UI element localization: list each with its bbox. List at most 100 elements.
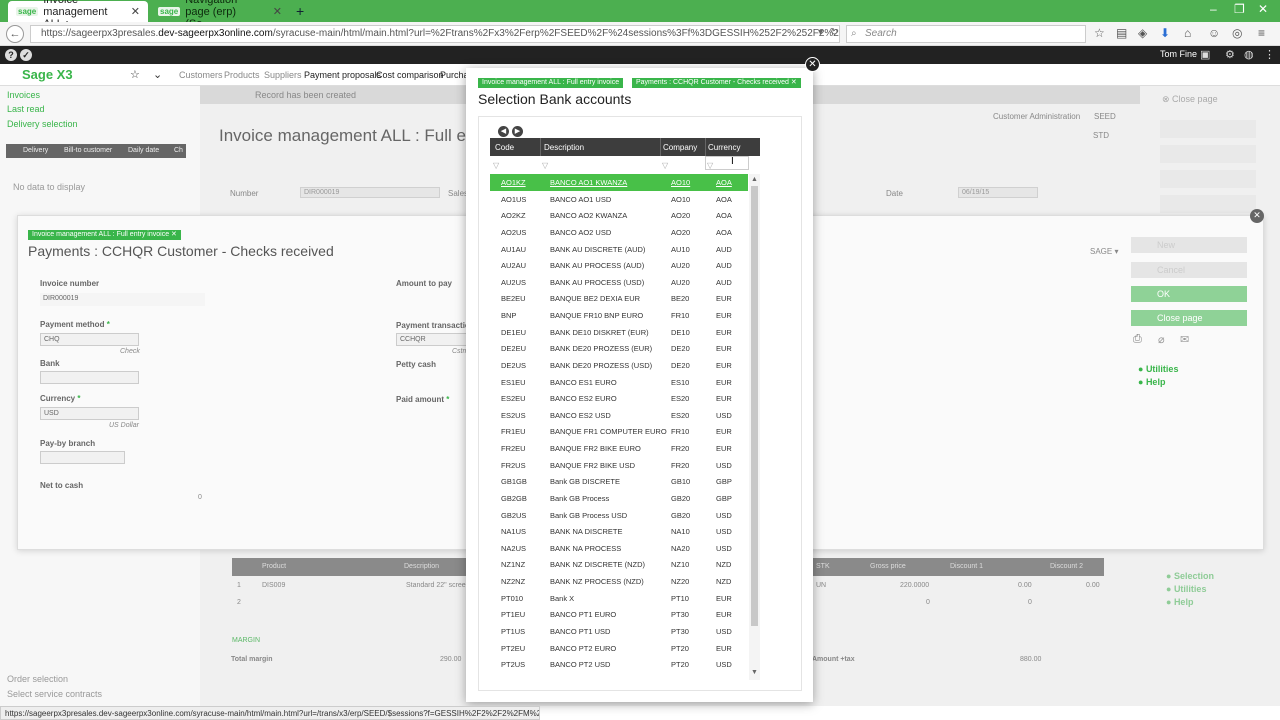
table-row[interactable]: AO1KZ BANCO AO1 KWANZA AO10 AOA	[490, 174, 748, 191]
selection-link[interactable]: ● Selection	[1166, 571, 1214, 581]
cell-code[interactable]: PT010	[501, 594, 523, 603]
grid-cell[interactable]: Standard 22" scree	[406, 582, 466, 589]
menu-suppliers[interactable]: Suppliers	[264, 70, 302, 80]
cell-code[interactable]: BE2EU	[501, 294, 526, 303]
grey-action-button[interactable]	[1160, 170, 1256, 188]
cell-code[interactable]: AU1AU	[501, 245, 526, 254]
apps-grid-icon[interactable]: ⋮	[1264, 48, 1275, 61]
favorites-star-icon[interactable]: ☆	[130, 68, 140, 81]
user-avatar-icon[interactable]: ▣	[1200, 48, 1210, 61]
utilities-link[interactable]: ● Utilities	[1138, 364, 1178, 374]
bank-field[interactable]	[40, 371, 139, 384]
cell-code[interactable]: AO2KZ	[501, 211, 526, 220]
table-row[interactable]: PT2EU BANCO PT2 EURO PT20 EUR	[490, 640, 748, 657]
table-row[interactable]: ES1EU BANCO ES1 EURO ES10 EUR	[490, 374, 748, 391]
table-row[interactable]: NA1US BANK NA DISCRETE NA10 USD	[490, 523, 748, 540]
left-link-delivery-selection[interactable]: Delivery selection	[7, 119, 78, 129]
table-row[interactable]: BE2EU BANQUE BE2 DEXIA EUR BE20 EUR	[490, 290, 748, 307]
sage-x3-logo[interactable]: Sage X3	[22, 67, 73, 82]
table-row[interactable]: PT1EU BANCO PT1 EURO PT30 EUR	[490, 606, 748, 623]
help-icon[interactable]: ?	[5, 49, 17, 61]
left-link-invoices[interactable]: Invoices	[7, 90, 40, 100]
cell-code[interactable]: AO1KZ	[501, 178, 526, 187]
modal-breadcrumb-invoice[interactable]: Invoice management ALL : Full entry invo…	[478, 78, 624, 88]
payments-breadcrumb[interactable]: Invoice management ALL : Full entry invo…	[28, 230, 181, 240]
grey-action-button[interactable]	[1160, 145, 1256, 163]
close-tab-icon[interactable]: ✕	[273, 5, 282, 18]
cell-code[interactable]: GB1GB	[501, 477, 527, 486]
table-row[interactable]: GB1GB Bank GB DISCRETE GB10 GBP	[490, 473, 748, 490]
hamburger-menu-icon[interactable]: ≡	[1258, 26, 1265, 40]
comment-icon[interactable]: ✉	[1180, 333, 1189, 346]
grid-cell[interactable]: 0.00	[1086, 582, 1100, 589]
back-arrow-icon[interactable]: ←	[6, 25, 24, 43]
ok-button[interactable]: OK	[1131, 286, 1247, 302]
reload-icon[interactable]: ↻	[830, 27, 838, 38]
bookmark-star-icon[interactable]: ☆	[1094, 26, 1105, 40]
minimize-icon[interactable]: –	[1210, 2, 1217, 16]
customer-administration-label[interactable]: Customer Administration	[993, 112, 1080, 121]
address-bar[interactable]: https://sageerpx3presales.dev-sageerpx3o…	[30, 25, 840, 43]
menu-products[interactable]: Products	[224, 70, 260, 80]
cell-code[interactable]: DE2EU	[501, 344, 526, 353]
table-row[interactable]: AO2US BANCO AO2 USD AO20 AOA	[490, 224, 748, 241]
cell-code[interactable]: DE2US	[501, 361, 526, 370]
cell-code[interactable]: AO2US	[501, 228, 526, 237]
cancel-button[interactable]: Cancel	[1131, 262, 1247, 278]
attachment-icon[interactable]: ⌀	[1158, 333, 1165, 346]
table-row[interactable]: AO1US BANCO AO1 USD AO10 AOA	[490, 191, 748, 208]
left-link-order-selection[interactable]: Order selection	[7, 674, 68, 684]
browser-tab-navigation-page[interactable]: sage Navigation page (erp) (Se... ✕	[150, 0, 290, 30]
table-row[interactable]: AU1AU BANK AU DISCRETE (AUD) AU10 AUD	[490, 241, 748, 258]
left-link-select-service-contracts[interactable]: Select service contracts	[7, 689, 102, 699]
seed-label[interactable]: SEED	[1094, 112, 1116, 121]
date-field[interactable]: 06/19/15	[958, 187, 1038, 198]
filter-currency-icon[interactable]: ▽	[707, 161, 713, 170]
table-row[interactable]: ES2EU BANCO ES2 EURO ES20 EUR	[490, 390, 748, 407]
home-icon[interactable]: ⌂	[1184, 26, 1191, 40]
margin-link[interactable]: MARGIN	[232, 637, 260, 644]
number-field[interactable]: DIR000019	[300, 187, 440, 198]
table-row[interactable]: FR1EU BANQUE FR1 COMPUTER EURO FR10 EUR	[490, 423, 748, 440]
payment-method-field[interactable]: CHQ	[40, 333, 139, 346]
cell-code[interactable]: FR1EU	[501, 427, 526, 436]
cell-code[interactable]: BNP	[501, 311, 516, 320]
table-row[interactable]: NA2US BANK NA PROCESS NA20 USD	[490, 540, 748, 557]
cell-code[interactable]: PT2US	[501, 660, 525, 669]
table-row[interactable]: BNP BANQUE FR10 BNP EURO FR10 EUR	[490, 307, 748, 324]
filter-description-icon[interactable]: ▽	[542, 161, 548, 170]
pocket-icon[interactable]: ◈	[1138, 26, 1147, 40]
cell-code[interactable]: AU2US	[501, 278, 526, 287]
globe-icon[interactable]: ◎	[1232, 26, 1242, 40]
new-tab-icon[interactable]: +	[296, 3, 304, 19]
close-window-icon[interactable]: ✕	[1258, 2, 1268, 16]
table-row[interactable]: FR2EU BANQUE FR2 BIKE EURO FR20 EUR	[490, 440, 748, 457]
table-row[interactable]: DE1EU BANK DE10 DISKRET (EUR) DE10 EUR	[490, 324, 748, 341]
reading-list-icon[interactable]: ▤	[1116, 26, 1127, 40]
column-header-currency[interactable]: Currency	[708, 143, 740, 152]
table-row[interactable]: DE2EU BANK DE20 PROZESS (EUR) DE20 EUR	[490, 340, 748, 357]
grid-cell[interactable]: 220.0000	[900, 582, 929, 589]
table-row[interactable]: PT010 Bank X PT10 EUR	[490, 590, 748, 607]
cell-code[interactable]: FR2US	[501, 461, 526, 470]
filter-company-icon[interactable]: ▽	[662, 161, 668, 170]
table-row[interactable]: PT1US BANCO PT1 USD PT30 USD	[490, 623, 748, 640]
close-tab-icon[interactable]: ✕	[131, 5, 140, 18]
table-row[interactable]: ES2US BANCO ES2 USD ES20 USD	[490, 407, 748, 424]
download-icon[interactable]: ⬇	[1160, 26, 1170, 40]
close-modal-icon[interactable]: ✕	[805, 57, 820, 72]
cell-code[interactable]: NZ1NZ	[501, 560, 525, 569]
grid-cell[interactable]: 0	[1028, 599, 1032, 606]
column-header-description[interactable]: Description	[544, 143, 584, 152]
menu-cost-comparison[interactable]: Cost comparison	[376, 70, 444, 80]
cell-code[interactable]: ES2EU	[501, 394, 526, 403]
table-row[interactable]: GB2GB Bank GB Process GB20 GBP	[490, 490, 748, 507]
cell-code[interactable]: ES2US	[501, 411, 526, 420]
table-row[interactable]: AU2AU BANK AU PROCESS (AUD) AU20 AUD	[490, 257, 748, 274]
menu-payment-proposals[interactable]: Payment proposals	[304, 70, 381, 80]
close-page-link[interactable]: ⊗ Close page	[1162, 94, 1218, 105]
modal-breadcrumb-payments[interactable]: Payments : CCHQR Customer - Checks recei…	[632, 78, 801, 88]
previous-arrow-icon[interactable]: ◀	[498, 126, 509, 137]
chat-icon[interactable]: ☺	[1208, 26, 1220, 40]
cell-code[interactable]: AO1US	[501, 195, 526, 204]
